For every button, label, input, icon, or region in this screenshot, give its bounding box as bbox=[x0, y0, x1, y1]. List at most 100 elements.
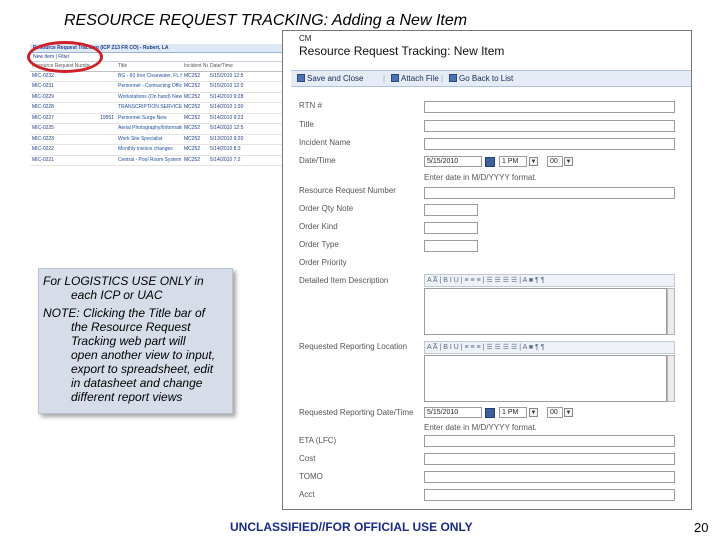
cell bbox=[90, 92, 116, 103]
cell: 5/15/2010 12:5 bbox=[208, 71, 282, 82]
chevron-down-icon[interactable]: ▼ bbox=[529, 408, 538, 417]
field-label-order-type: Order Type bbox=[299, 240, 339, 249]
requested-location-editor[interactable] bbox=[424, 355, 667, 402]
field-label-rr-number: Resource Request Number bbox=[299, 186, 396, 195]
order-qty-input[interactable] bbox=[424, 204, 478, 216]
rr-number-input[interactable] bbox=[424, 187, 675, 199]
chevron-down-icon[interactable]: ▼ bbox=[564, 408, 573, 417]
cell: MC252 bbox=[182, 123, 208, 135]
rich-text-toolbar[interactable]: A A̅ | B I U | ≡ ≡ ≡ | ☰ ☰ ☰ ☰ | A ■ ¶ ¶ bbox=[424, 341, 675, 354]
field-label-cost: Cost bbox=[299, 454, 316, 463]
table-row[interactable]: MIC-0223 Work Site Specialist MC252 5/13/20… bbox=[30, 134, 282, 145]
detailed-description-editor[interactable] bbox=[424, 288, 667, 335]
rr-number[interactable]: MIC-0229 bbox=[30, 92, 90, 103]
date-input[interactable]: 5/15/2010 bbox=[424, 156, 482, 167]
rtn-input[interactable] bbox=[424, 101, 675, 113]
item-title[interactable]: Workstations (On hand) New bbox=[116, 92, 182, 103]
toolbar-separator: | bbox=[441, 74, 444, 83]
incident-name-input[interactable] bbox=[424, 138, 675, 150]
order-kind-input[interactable] bbox=[424, 222, 478, 234]
calendar-icon[interactable] bbox=[485, 157, 495, 167]
classification-footer: UNCLASSIFIED//FOR OFFICIAL USE ONLY bbox=[230, 520, 473, 534]
rr-number[interactable]: MIC-0223 bbox=[30, 134, 90, 145]
form-title: Resource Request Tracking: New Item bbox=[299, 44, 505, 58]
field-label-order-priority: Order Priority bbox=[299, 258, 347, 267]
item-title[interactable]: Personnel Surge New bbox=[116, 113, 182, 124]
note-line: export to spreadsheet, edit bbox=[71, 362, 214, 376]
hour-select[interactable]: 1 PM bbox=[499, 156, 527, 167]
note-line: in datasheet and change bbox=[71, 376, 203, 390]
cell: MC252 bbox=[182, 144, 208, 156]
item-title[interactable]: Aerial Photography/Information New bbox=[116, 123, 182, 135]
item-title[interactable]: Central - Pool Room System bbox=[116, 155, 182, 166]
eta-input[interactable] bbox=[424, 435, 675, 447]
title-input[interactable] bbox=[424, 120, 675, 132]
table-row[interactable]: MIC-0229 Workstations (On hand) New MC252 5… bbox=[30, 92, 282, 103]
chevron-down-icon[interactable]: ▼ bbox=[564, 157, 573, 166]
cell: 5/14/2010 1:30 bbox=[208, 102, 282, 114]
table-row[interactable]: MIC-0225 Aerial Photography/Information N… bbox=[30, 123, 282, 135]
cell: MC252 bbox=[182, 113, 208, 124]
note-line: each ICP or UAC bbox=[71, 288, 163, 302]
table-row[interactable]: MIC-0222 Monthly invoice changes MC252 5/14… bbox=[30, 144, 282, 156]
rich-text-toolbar[interactable]: A A̅ | B I U | ≡ ≡ ≡ | ☰ ☰ ☰ ☰ | A ■ ¶ ¶ bbox=[424, 274, 675, 287]
cell bbox=[90, 134, 116, 145]
cell: 19551 bbox=[90, 113, 116, 124]
note-line: the Resource Request bbox=[71, 320, 191, 334]
reporting-hour-select[interactable]: 1 PM bbox=[499, 407, 527, 418]
table-row[interactable]: MIC-0231 Personnel - Contracting Officers… bbox=[30, 81, 282, 93]
rr-number[interactable]: MIC-0231 bbox=[30, 81, 90, 93]
table-row[interactable]: MIC-0221 Central - Pool Room System MC252 5… bbox=[30, 155, 282, 166]
column-header[interactable]: Date/Time bbox=[208, 62, 282, 72]
item-title[interactable]: Monthly invoice changes bbox=[116, 144, 182, 156]
item-title[interactable]: TRANSCRIPTION SERVICES New bbox=[116, 102, 182, 114]
cell: 5/14/2010 9:23 bbox=[208, 113, 282, 124]
item-title[interactable]: BG - 60 Iron Clearwater, FL Heliline, Al… bbox=[116, 71, 182, 82]
rr-number[interactable]: MIC-0225 bbox=[30, 123, 90, 135]
item-title[interactable]: Personnel - Contracting Officers from SL… bbox=[116, 81, 182, 93]
reporting-minute-select[interactable]: 00 bbox=[547, 407, 563, 418]
slide-title: RESOURCE REQUEST TRACKING: Adding a New … bbox=[64, 12, 468, 29]
go-back-to-list-button[interactable]: Go Back to List bbox=[449, 74, 513, 83]
rr-number[interactable]: MIC-0228 bbox=[30, 102, 90, 114]
rr-number[interactable]: MIC-0227 bbox=[30, 113, 90, 124]
date-format-hint: Enter date in M/D/YYYY format. bbox=[424, 173, 537, 182]
scrollbar[interactable] bbox=[667, 288, 675, 335]
cost-input[interactable] bbox=[424, 453, 675, 465]
form-toolbar: Save and Close | Attach File | Go Back t… bbox=[291, 70, 691, 87]
order-type-input[interactable] bbox=[424, 240, 478, 252]
rr-number[interactable]: MIC-0222 bbox=[30, 144, 90, 156]
toolbar-separator: | bbox=[383, 74, 386, 83]
column-header[interactable]: Incident Name bbox=[182, 62, 208, 72]
cell bbox=[90, 81, 116, 93]
table-row[interactable]: MIC-0227 19551 Personnel Surge New MC252 5/1… bbox=[30, 113, 282, 124]
table-row[interactable]: MIC-0228 TRANSCRIPTION SERVICES NewMC2525… bbox=[30, 102, 282, 114]
date-format-hint: Enter date in M/D/YYYY format. bbox=[424, 423, 537, 432]
attach-file-button[interactable]: Attach File bbox=[391, 74, 439, 83]
cell: MC252 bbox=[182, 81, 208, 93]
field-label-detailed-desc: Detailed Item Description bbox=[299, 276, 389, 285]
reporting-date-input[interactable]: 5/15/2010 bbox=[424, 407, 482, 418]
paperclip-icon bbox=[391, 74, 399, 82]
cell: 5/14/2010 12:5 bbox=[208, 123, 282, 135]
calendar-icon[interactable] bbox=[485, 408, 495, 418]
save-and-close-button[interactable]: Save and Close bbox=[297, 74, 363, 83]
cell: 5/13/2010 9:20 bbox=[208, 134, 282, 145]
item-title[interactable]: Work Site Specialist bbox=[116, 134, 182, 145]
rr-number[interactable]: MIC-0221 bbox=[30, 155, 90, 166]
column-header[interactable]: Title bbox=[116, 62, 182, 72]
tomo-input[interactable] bbox=[424, 471, 675, 483]
note-title-bar: NOTE: Clicking the Title bar of the Reso… bbox=[43, 306, 226, 404]
note-line: Tracking web part will bbox=[71, 334, 186, 348]
acct-input[interactable] bbox=[424, 489, 675, 501]
note-line: For LOGISTICS USE ONLY in bbox=[43, 274, 204, 288]
note-logistics: For LOGISTICS USE ONLY in each ICP or UA… bbox=[43, 274, 226, 302]
cell bbox=[90, 71, 116, 82]
cell: 5/15/2010 12:0 bbox=[208, 81, 282, 93]
field-label-eta: ETA (LFC) bbox=[299, 436, 337, 445]
chevron-down-icon[interactable]: ▼ bbox=[529, 157, 538, 166]
field-label-title: Title bbox=[299, 120, 314, 129]
minute-select[interactable]: 00 bbox=[547, 156, 563, 167]
new-item-form: CM Resource Request Tracking: New Item S… bbox=[282, 30, 692, 510]
scrollbar[interactable] bbox=[667, 355, 675, 402]
